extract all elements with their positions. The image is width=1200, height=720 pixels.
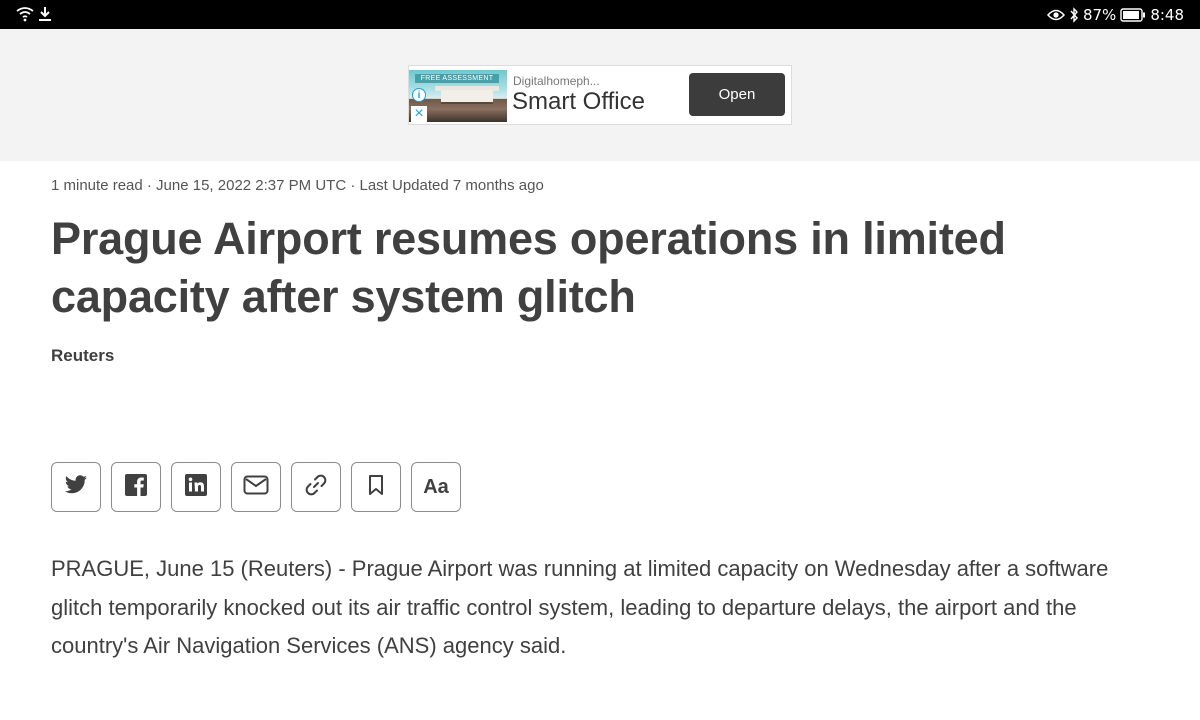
ad-image-house bbox=[441, 90, 493, 104]
ad-image-tag: FREE ASSESSMENT bbox=[415, 74, 499, 83]
ad-banner[interactable]: FREE ASSESSMENT i × Digitalhomeph... Sma… bbox=[408, 65, 792, 125]
close-icon[interactable]: × bbox=[411, 106, 427, 122]
article-meta: 1 minute read · June 15, 2022 2:37 PM UT… bbox=[51, 177, 544, 194]
status-left bbox=[16, 6, 52, 22]
ad-area: FREE ASSESSMENT i × Digitalhomeph... Sma… bbox=[0, 29, 1200, 161]
battery-icon bbox=[1120, 7, 1146, 22]
text-size-button[interactable]: Aa bbox=[411, 462, 461, 512]
ad-title[interactable]: Smart Office bbox=[512, 88, 645, 116]
article-byline[interactable]: Reuters bbox=[51, 346, 114, 366]
status-bar: 87% 8:48 bbox=[0, 0, 1200, 29]
article-headline: Prague Airport resumes operations in lim… bbox=[51, 213, 1006, 322]
battery-percent: 87% bbox=[1082, 5, 1117, 24]
text-size-label: Aa bbox=[423, 475, 449, 498]
status-right: 87% 8:48 bbox=[1046, 0, 1184, 29]
wifi-icon bbox=[16, 6, 34, 22]
share-email-button[interactable] bbox=[231, 462, 281, 512]
ad-open-button[interactable]: Open bbox=[689, 73, 785, 116]
ad-advertiser: Digitalhomeph... bbox=[513, 74, 600, 88]
download-icon bbox=[38, 6, 52, 22]
linkedin-icon bbox=[184, 473, 208, 502]
share-linkedin-button[interactable] bbox=[171, 462, 221, 512]
share-facebook-button[interactable] bbox=[111, 462, 161, 512]
email-icon bbox=[243, 475, 269, 500]
bluetooth-icon bbox=[1069, 6, 1079, 23]
facebook-icon bbox=[124, 473, 148, 502]
twitter-icon bbox=[64, 474, 88, 500]
link-icon bbox=[304, 473, 328, 502]
clock: 8:48 bbox=[1150, 5, 1184, 24]
article-body: PRAGUE, June 15 (Reuters) - Prague Airpo… bbox=[51, 556, 1109, 658]
info-icon[interactable]: i bbox=[412, 88, 426, 102]
copy-link-button[interactable] bbox=[291, 462, 341, 512]
bookmark-icon bbox=[368, 474, 384, 501]
share-twitter-button[interactable] bbox=[51, 462, 101, 512]
eye-icon bbox=[1046, 8, 1065, 22]
bookmark-button[interactable] bbox=[351, 462, 401, 512]
share-toolbar: Aa bbox=[51, 462, 461, 512]
